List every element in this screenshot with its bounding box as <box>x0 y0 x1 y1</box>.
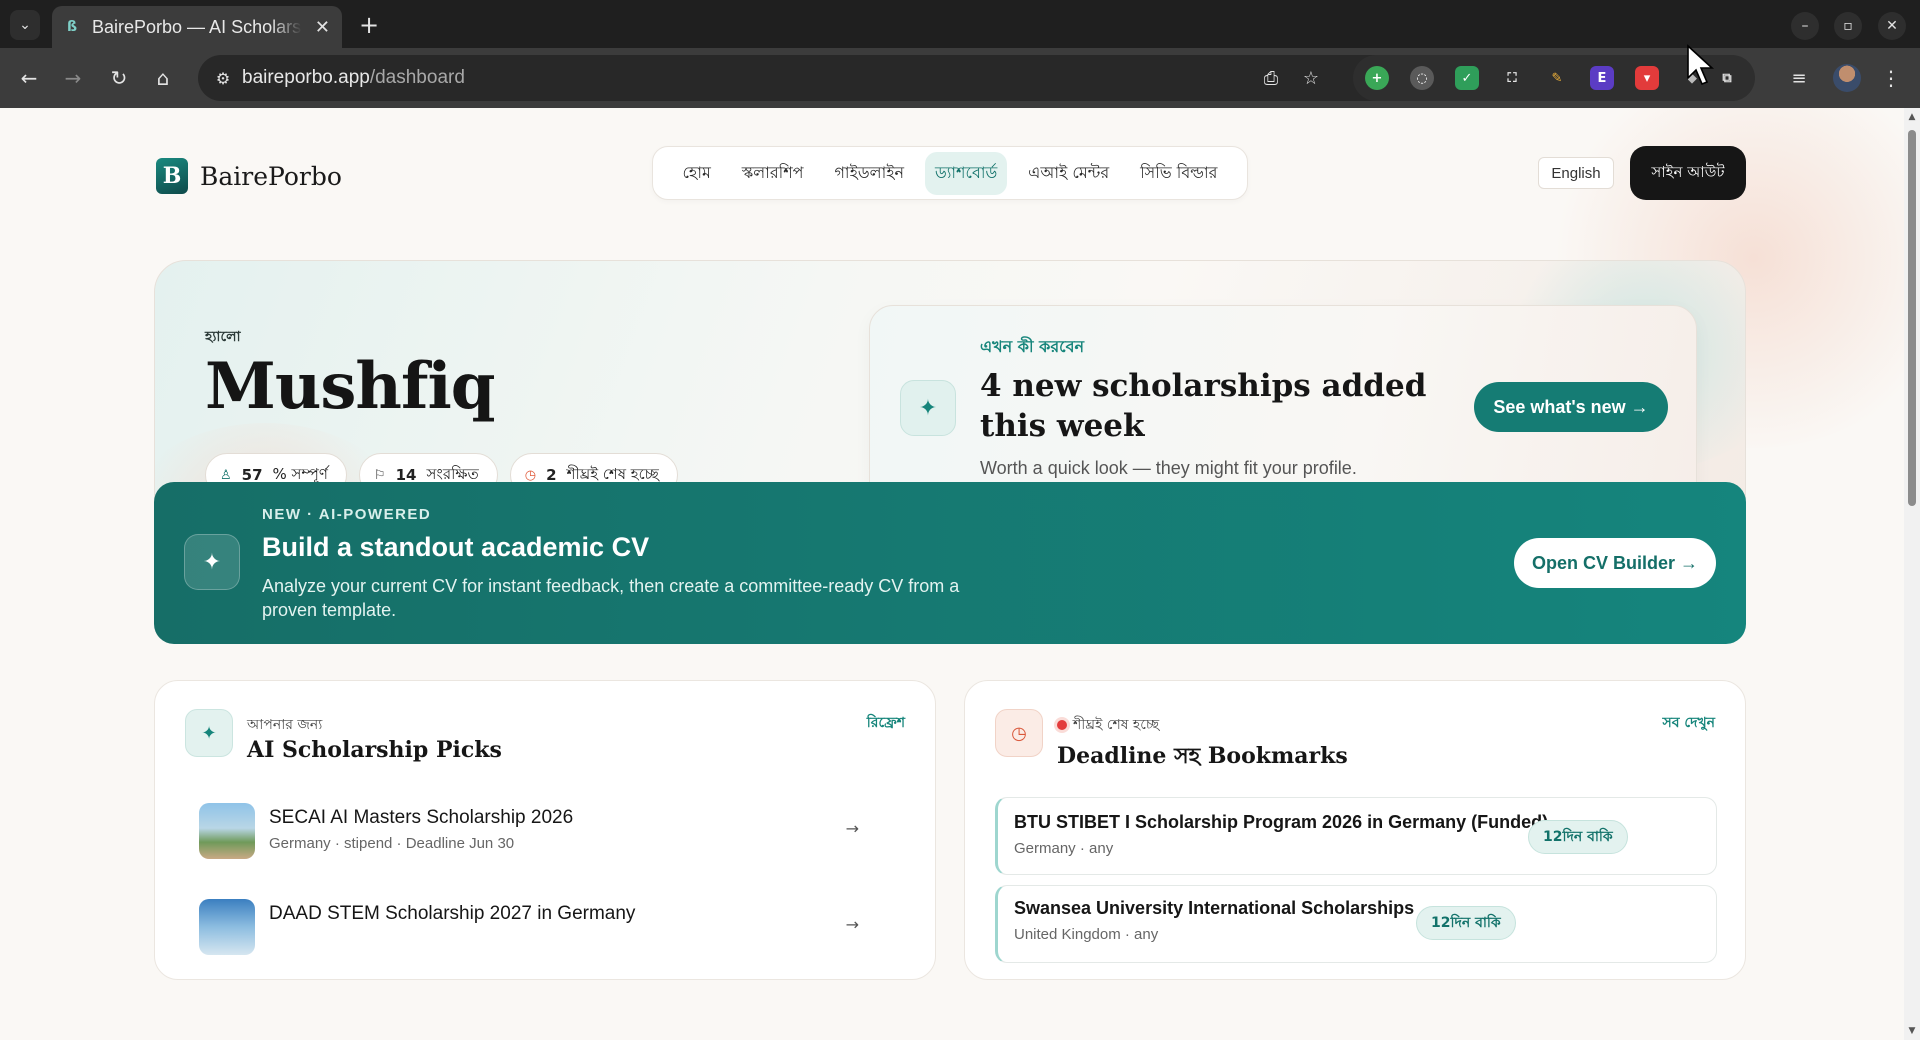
list-item[interactable]: DAAD STEM Scholarship 2027 in Germany → <box>199 899 899 959</box>
see-whats-new-button[interactable]: See what's new → <box>1474 382 1668 432</box>
nav-home[interactable]: হোম <box>672 152 720 195</box>
sparkle-icon: ✦ <box>900 380 956 436</box>
menu-kebab-icon[interactable]: ⋮ <box>1876 63 1906 93</box>
next-action-subtitle: Worth a quick look — they might fit your… <box>980 458 1357 478</box>
list-item[interactable]: SECAI AI Masters Scholarship 2026 German… <box>199 803 899 863</box>
browser-tab[interactable]: ß BairePorbo — AI Scholarships ✕ <box>52 6 342 48</box>
next-action-kicker: এখন কী করবেন <box>980 337 1085 356</box>
arrow-right-icon: → <box>845 915 859 934</box>
back-icon[interactable]: ← <box>14 63 44 93</box>
nav-cv-builder[interactable]: সিভি বিল্ডার <box>1130 152 1227 195</box>
refresh-link[interactable]: রিফ্রেশ <box>867 711 905 735</box>
extension-red-icon[interactable]: ▾ <box>1635 66 1659 90</box>
panel-kicker: শীঘ্রই শেষ হচ্ছে <box>1057 713 1159 737</box>
url-text[interactable]: baireporbo.app/dashboard <box>242 67 465 89</box>
reload-icon[interactable]: ↻ <box>104 63 134 93</box>
open-cv-builder-button[interactable]: Open CV Builder → <box>1514 538 1716 588</box>
page-scrollbar[interactable]: ▲ ▼ <box>1904 108 1920 1040</box>
minimize-button[interactable]: – <box>1791 12 1819 40</box>
brand-name: BairePorbo <box>200 161 342 191</box>
panel-title: Deadline সহ Bookmarks <box>1057 743 1348 769</box>
deadline-bookmarks-panel: ◷ শীঘ্রই শেষ হচ্ছে Deadline সহ Bookmarks… <box>964 680 1746 980</box>
scroll-down-icon[interactable]: ▼ <box>1907 1026 1917 1036</box>
pick-meta: Germany · stipend · Deadline Jun 30 <box>269 835 515 852</box>
list-item[interactable]: Swansea University International Scholar… <box>995 885 1717 963</box>
deadline-title: Swansea University International Scholar… <box>1014 898 1415 918</box>
url-path: /dashboard <box>369 67 465 88</box>
main-nav: হোম স্কলারশিপ গাইডলাইন ড্যাশবোর্ড এআই মে… <box>652 146 1248 200</box>
days-left-badge: 12দিন বাকি <box>1416 906 1516 940</box>
cv-builder-banner: ✦ NEW · AI-POWERED Build a standout acad… <box>154 482 1746 644</box>
next-action-title: 4 new scholarships added this week <box>980 368 1427 444</box>
language-toggle[interactable]: English <box>1538 157 1614 189</box>
brand[interactable]: B BairePorbo <box>156 158 342 194</box>
ai-picks-panel: ✦ আপনার জন্য AI Scholarship Picks রিফ্রে… <box>154 680 936 980</box>
user-name: Mushfiq <box>205 349 496 424</box>
cv-banner-subtitle: Analyze your current CV for instant feed… <box>262 576 960 620</box>
extension-shield-icon[interactable]: ✓ <box>1455 66 1479 90</box>
favicon-icon: ß <box>66 19 78 35</box>
media-control-icon[interactable]: ≡ <box>1784 63 1814 93</box>
profile-avatar[interactable] <box>1833 64 1861 92</box>
nav-scholarships[interactable]: স্কলারশিপ <box>732 152 814 195</box>
deadline-meta: Germany · any <box>1014 840 1114 857</box>
list-item[interactable]: BTU STIBET I Scholarship Program 2026 in… <box>995 797 1717 875</box>
deadlines-kicker: শীঘ্রই শেষ হচ্ছে <box>1073 717 1160 733</box>
scroll-up-icon[interactable]: ▲ <box>1907 112 1917 122</box>
panel-title: AI Scholarship Picks <box>247 737 502 763</box>
signout-button[interactable]: সাইন আউট <box>1630 146 1746 200</box>
page: B BairePorbo হোম স্কলারশিপ গাইডলাইন ড্যা… <box>0 108 1904 1040</box>
new-tab-button[interactable]: + <box>354 10 384 40</box>
scholarship-thumbnail <box>199 899 255 955</box>
nav-ai-mentor[interactable]: এআই মেন্টর <box>1018 152 1119 195</box>
see-all-link[interactable]: সব দেখুন <box>1663 711 1716 735</box>
clock-icon: ◷ <box>524 467 537 483</box>
picks-kicker: আপনার জন্য <box>247 717 323 733</box>
nav-dashboard[interactable]: ড্যাশবোর্ড <box>925 151 1008 195</box>
extension-plus-icon[interactable]: + <box>1365 66 1389 90</box>
sparkle-icon: ✦ <box>185 709 233 757</box>
tab-search-button[interactable]: ⌄ <box>10 10 40 40</box>
extensions-puzzle-icon[interactable]: ⧉ <box>1715 66 1739 90</box>
logo-icon: B <box>156 158 188 194</box>
scroll-thumb[interactable] <box>1908 130 1916 506</box>
install-app-icon[interactable]: ⎙ <box>1259 66 1283 90</box>
cv-banner-kicker: NEW · AI-POWERED <box>262 506 432 523</box>
chevron-down-icon: ⌄ <box>19 17 31 33</box>
tab-title: BairePorbo — AI Scholarships <box>92 16 302 37</box>
browser-toolbar: ← → ↻ ⌂ ⚙ baireporbo.app/dashboard ⎙ ☆ +… <box>0 48 1920 108</box>
extension-e-icon[interactable]: E <box>1590 66 1614 90</box>
mouse-cursor-icon <box>1687 44 1715 86</box>
arrow-right-icon: → <box>845 819 859 838</box>
clock-icon: ◷ <box>995 709 1043 757</box>
browser-tabstrip: ⌄ ß BairePorbo — AI Scholarships ✕ + – ▫… <box>0 0 1920 48</box>
sparkle-icon: ✦ <box>184 534 240 590</box>
panel-kicker: আপনার জন্য <box>247 713 322 737</box>
nav-guidelines[interactable]: গাইডলাইন <box>824 152 914 195</box>
home-icon[interactable]: ⌂ <box>148 63 178 93</box>
scholarship-thumbnail <box>199 803 255 859</box>
bookmark-icon: ⚐ <box>373 467 386 483</box>
maximize-button[interactable]: ▫ <box>1834 12 1862 40</box>
days-left-badge: 12দিন বাকি <box>1528 820 1628 854</box>
pick-title: DAAD STEM Scholarship 2027 in Germany <box>269 903 636 924</box>
user-icon: ♙ <box>220 467 232 483</box>
extension-pen-icon[interactable]: ✎ <box>1545 66 1569 90</box>
forward-icon[interactable]: → <box>58 63 88 93</box>
pick-title: SECAI AI Masters Scholarship 2026 <box>269 807 574 828</box>
deadline-title: BTU STIBET I Scholarship Program 2026 in… <box>1014 812 1549 832</box>
extension-mouse-icon[interactable]: ◌ <box>1410 66 1434 90</box>
next-action-card: ✦ এখন কী করবেন 4 new scholarships added … <box>869 305 1697 509</box>
cv-banner-title: Build a standout academic CV <box>262 532 650 562</box>
bookmark-star-icon[interactable]: ☆ <box>1299 66 1323 90</box>
close-window-button[interactable]: ✕ <box>1878 12 1906 40</box>
url-host: baireporbo.app <box>242 67 370 88</box>
close-tab-icon[interactable]: ✕ <box>315 17 330 38</box>
greeting: হ্যালো <box>205 329 241 345</box>
extension-screenshot-icon[interactable]: ⛶ <box>1500 66 1524 90</box>
alert-dot <box>1057 720 1067 730</box>
site-info-icon[interactable]: ⚙ <box>212 67 234 89</box>
deadline-meta: United Kingdom · any <box>1014 926 1159 943</box>
